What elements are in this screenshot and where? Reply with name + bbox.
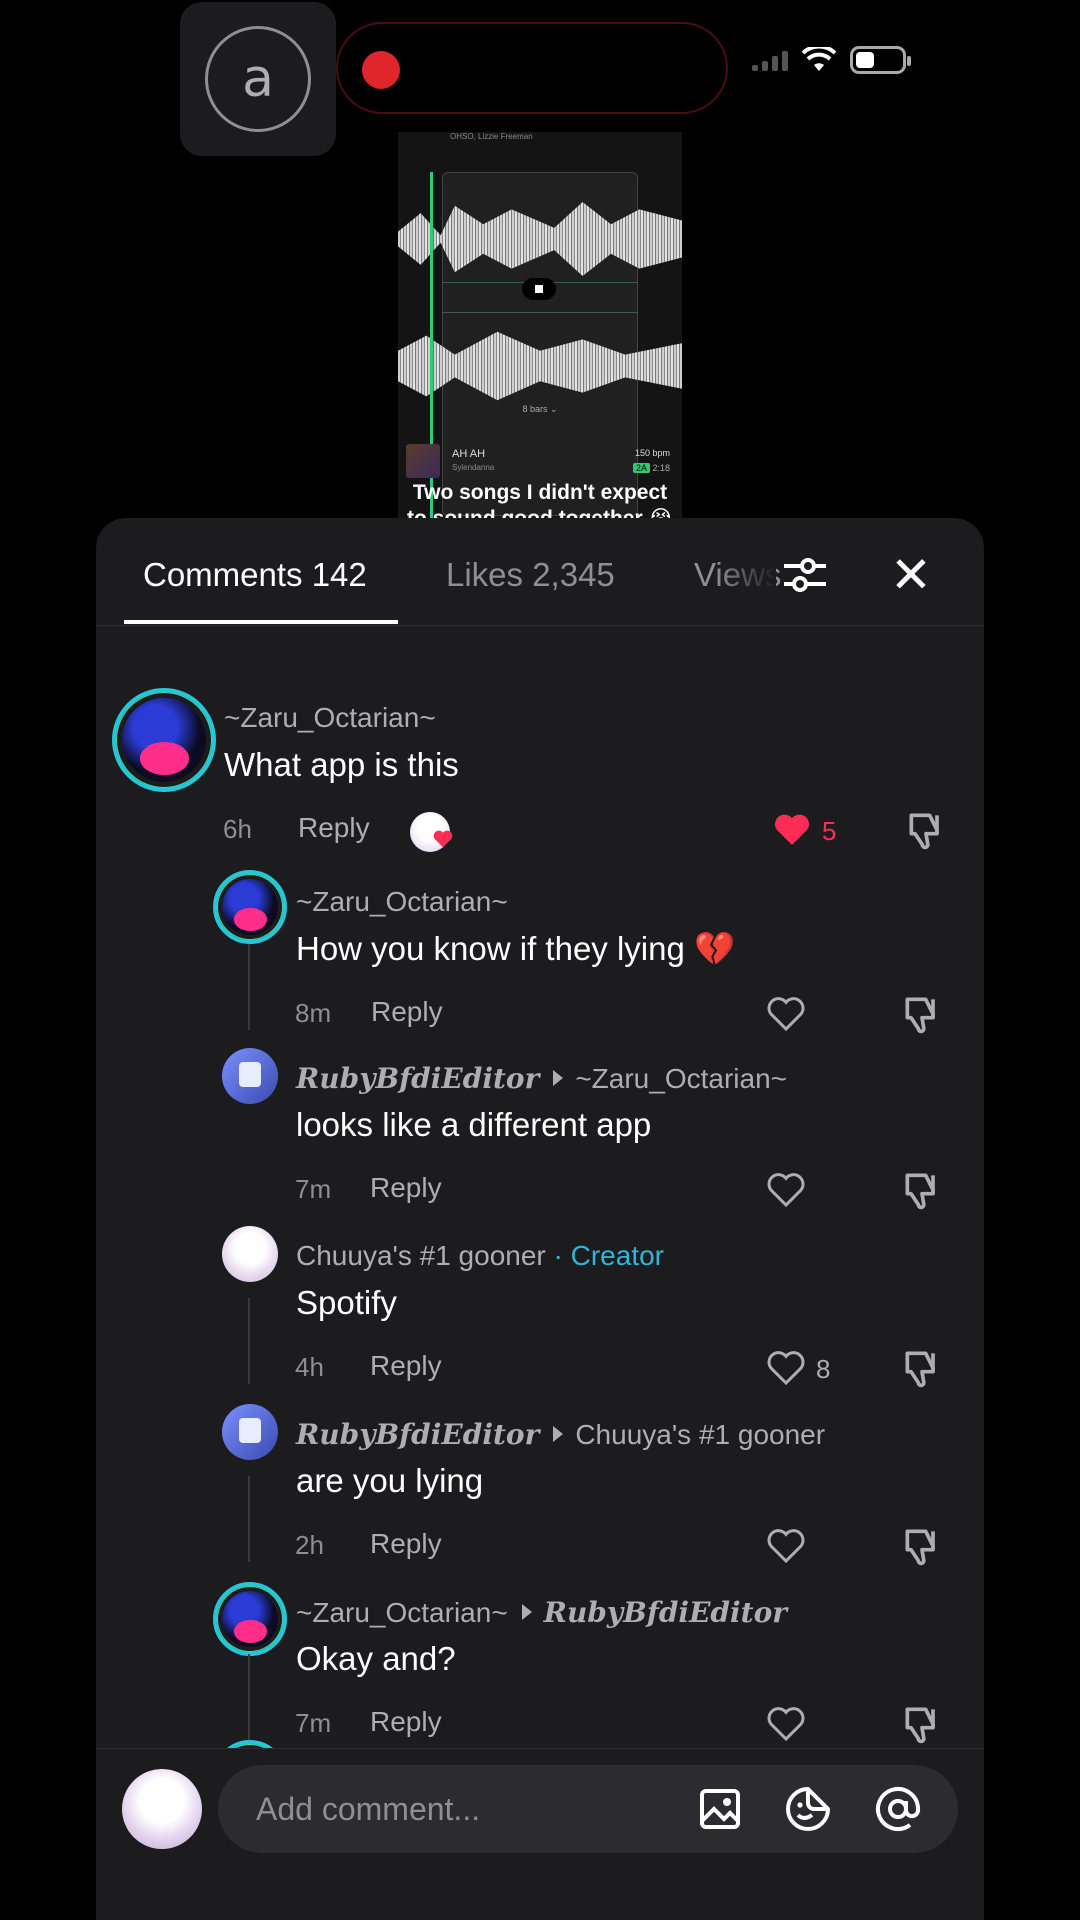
reply-arrow-icon: [553, 1426, 564, 1442]
cellular-signal-icon: [752, 49, 788, 71]
comment-input-bar: Add comment...: [96, 1748, 984, 1920]
comments-sheet: Comments 142 Likes 2,345 Views ✕ ~Zaru_O…: [96, 518, 984, 1920]
comment-username: RubyBfdiEditor ~Zaru_Octarian~: [296, 1062, 787, 1095]
track-artist: Sylendanna: [452, 463, 495, 472]
thread-line: [248, 1476, 250, 1562]
comment-username: ~Zaru_Octarian~ RubyBfdiEditor: [296, 1596, 787, 1629]
author-name[interactable]: Chuuya's #1 gooner: [296, 1240, 546, 1271]
comment-text: How you know if they lying 💔: [296, 930, 736, 967]
comment-text: Spotify: [296, 1284, 397, 1321]
avatar[interactable]: [222, 1404, 278, 1460]
filter-icon[interactable]: [778, 548, 832, 602]
track-bpm: 150 bpm: [634, 448, 670, 458]
like-heart-icon[interactable]: [766, 1704, 806, 1744]
tab-bar: Comments 142 Likes 2,345 Views ✕: [96, 518, 984, 626]
preview-top-text: OHSO, Lizzie Freeman: [450, 132, 533, 141]
comment-text: What app is this: [224, 746, 459, 783]
record-dot-icon: [362, 51, 400, 89]
comment-time: 2h: [295, 1530, 324, 1560]
dislike-icon[interactable]: [900, 1346, 944, 1390]
avatar[interactable]: [222, 1226, 278, 1282]
author-name[interactable]: RubyBfdiEditor: [296, 1062, 539, 1095]
video-caption: Two songs I didn't expect to sound good …: [407, 481, 673, 518]
wifi-icon: [802, 47, 836, 71]
screen-recording-pill[interactable]: [336, 22, 728, 114]
comment-username: Chuuya's #1 gooner · Creator: [296, 1240, 664, 1272]
comment-username[interactable]: ~Zaru_Octarian~: [296, 886, 508, 918]
comment-text: Okay and?: [296, 1640, 456, 1677]
avatar-ring[interactable]: [112, 688, 216, 792]
thread-line: [248, 1298, 250, 1384]
reply-button[interactable]: Reply: [370, 1528, 442, 1560]
image-icon[interactable]: [696, 1785, 744, 1833]
dislike-icon[interactable]: [904, 808, 948, 852]
comment-time: 7m: [295, 1708, 332, 1738]
comment-text: are you lying: [296, 1462, 484, 1499]
comment-time: 6h: [223, 814, 252, 844]
comment-text: looks like a different app: [296, 1106, 652, 1143]
thread-line: [248, 944, 250, 1030]
like-heart-icon[interactable]: [766, 1348, 806, 1388]
dislike-icon[interactable]: [900, 992, 944, 1036]
avatar: [122, 698, 206, 782]
reply-button[interactable]: Reply: [298, 812, 370, 844]
mention-icon[interactable]: [874, 1785, 922, 1833]
track-key: 2A 2:18: [632, 463, 670, 473]
accessibility-app-badge[interactable]: a: [180, 2, 336, 156]
stop-button[interactable]: [522, 278, 556, 300]
comment-time: 4h: [295, 1352, 324, 1382]
reply-button[interactable]: Reply: [370, 1706, 442, 1738]
avatar: [222, 1591, 278, 1647]
author-name[interactable]: RubyBfdiEditor: [296, 1418, 539, 1451]
comment-input[interactable]: Add comment...: [218, 1765, 958, 1853]
reply-button[interactable]: Reply: [370, 1350, 442, 1382]
reply-to-name[interactable]: ~Zaru_Octarian~: [575, 1063, 787, 1094]
like-count: 5: [822, 816, 837, 846]
author-name[interactable]: ~Zaru_Octarian~: [296, 1597, 508, 1628]
my-avatar[interactable]: [122, 1769, 202, 1849]
reply-arrow-icon: [553, 1070, 564, 1086]
thread-line: [248, 1654, 250, 1740]
dislike-icon[interactable]: [900, 1524, 944, 1568]
close-icon[interactable]: ✕: [884, 548, 938, 602]
reply-button[interactable]: Reply: [371, 996, 443, 1028]
bars-label: 8 bars ⌄: [522, 404, 558, 414]
comment-time: 8m: [295, 998, 332, 1028]
comment-username[interactable]: ~Zaru_Octarian~: [224, 702, 436, 734]
avatar-ring[interactable]: [213, 870, 287, 944]
like-count: 8: [816, 1354, 831, 1384]
creator-heart-icon: [433, 830, 453, 848]
avatar: [222, 879, 278, 935]
reply-to-name[interactable]: Chuuya's #1 gooner: [575, 1419, 825, 1450]
reply-button[interactable]: Reply: [370, 1172, 442, 1204]
like-heart-icon[interactable]: [766, 1526, 806, 1566]
track-title: AH AH: [452, 448, 486, 460]
track-thumbnail: [406, 444, 440, 478]
dislike-icon[interactable]: [900, 1702, 944, 1746]
video-preview[interactable]: OHSO, Lizzie Freeman 8 bars ⌄ AH AH Syle…: [398, 132, 682, 518]
active-tab-indicator: [124, 620, 398, 624]
avatar-ring[interactable]: [213, 1582, 287, 1656]
status-icons: [752, 46, 911, 74]
comment-input-placeholder: Add comment...: [256, 1791, 481, 1827]
comment-username: RubyBfdiEditor Chuuya's #1 gooner: [296, 1418, 825, 1451]
dislike-icon[interactable]: [900, 1168, 944, 1212]
like-heart-icon[interactable]: [766, 1170, 806, 1210]
creator-badge: · Creator: [553, 1240, 664, 1271]
at-symbol-icon: a: [205, 26, 311, 132]
battery-icon: [850, 46, 911, 74]
like-heart-icon[interactable]: [766, 994, 806, 1034]
comment-time: 7m: [295, 1174, 332, 1204]
tab-comments[interactable]: Comments 142: [143, 556, 367, 594]
like-heart-icon[interactable]: [772, 810, 812, 850]
avatar[interactable]: [222, 1048, 278, 1104]
sticker-icon[interactable]: [784, 1785, 832, 1833]
reply-to-name[interactable]: RubyBfdiEditor: [544, 1596, 787, 1629]
tab-likes[interactable]: Likes 2,345: [446, 556, 615, 594]
reply-arrow-icon: [521, 1604, 532, 1620]
